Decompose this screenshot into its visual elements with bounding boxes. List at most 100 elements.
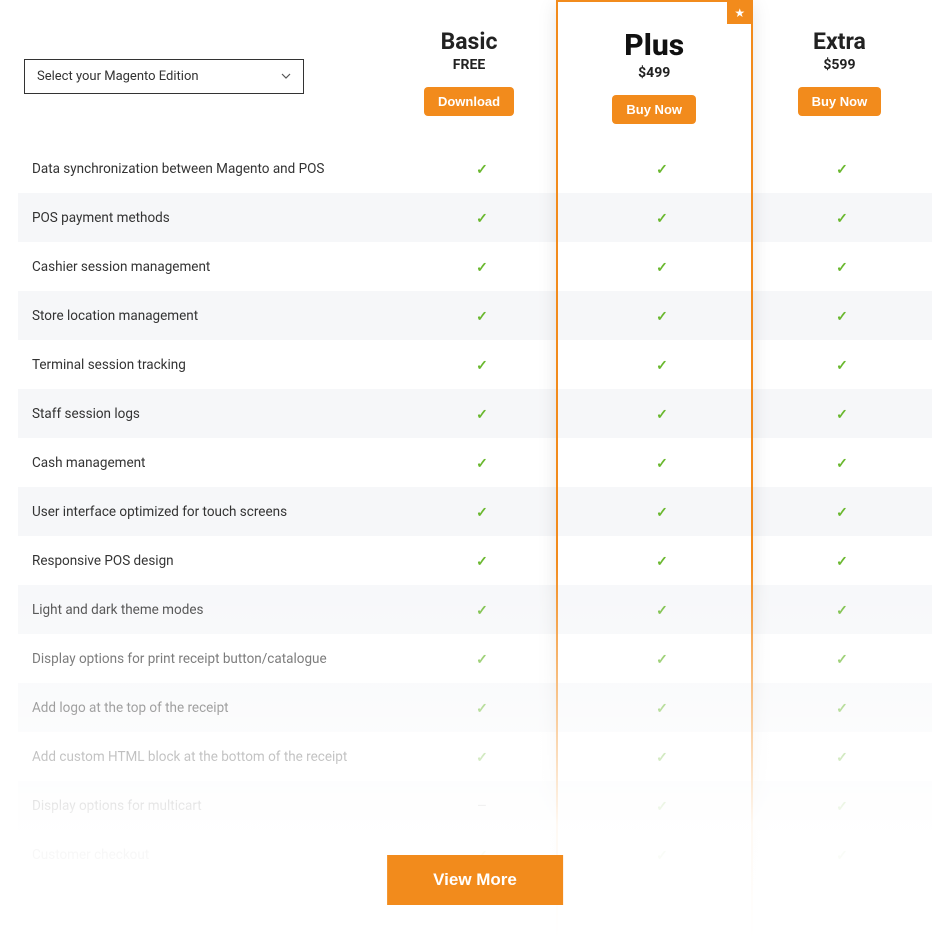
feature-value: ✓ — [572, 502, 752, 521]
buy-now-button[interactable]: Buy Now — [612, 95, 696, 124]
feature-row: POS payment methods✓✓✓ — [18, 193, 932, 242]
edition-select[interactable]: Select your Magento Edition — [24, 59, 304, 94]
check-icon: ✓ — [656, 162, 668, 178]
check-icon: ✓ — [836, 260, 848, 276]
feature-value: ✓ — [752, 649, 932, 668]
tier-price: FREE — [382, 57, 555, 73]
feature-label: Display options for multicart — [18, 798, 392, 814]
feature-value: ✓ — [392, 551, 572, 570]
feature-value: ✓ — [752, 796, 932, 815]
check-icon: ✓ — [476, 309, 488, 325]
check-icon: ✓ — [656, 554, 668, 570]
check-icon: ✓ — [836, 799, 848, 815]
check-icon: ✓ — [476, 358, 488, 374]
feature-label: Responsive POS design — [18, 553, 392, 569]
check-icon: ✓ — [656, 652, 668, 668]
check-icon: ✓ — [836, 603, 848, 619]
feature-value: ✓ — [752, 698, 932, 717]
buy-now-button[interactable]: Buy Now — [798, 87, 882, 116]
feature-value: ✓ — [752, 257, 932, 276]
feature-value: ✓ — [392, 600, 572, 619]
feature-value: ✓ — [572, 159, 752, 178]
feature-value: ✓ — [572, 649, 752, 668]
check-icon: ✓ — [656, 701, 668, 717]
feature-value: ✓ — [572, 208, 752, 227]
check-icon: ✓ — [836, 407, 848, 423]
check-icon: ✓ — [656, 260, 668, 276]
check-icon: ✓ — [476, 750, 488, 766]
feature-table: Data synchronization between Magento and… — [18, 144, 932, 879]
feature-label: Data synchronization between Magento and… — [18, 161, 392, 177]
feature-row: Add custom HTML block at the bottom of t… — [18, 732, 932, 781]
feature-value: ✓ — [572, 453, 752, 472]
check-icon: ✓ — [836, 505, 848, 521]
feature-label: Cash management — [18, 455, 392, 471]
feature-value: ✓ — [572, 257, 752, 276]
check-icon: ✓ — [656, 603, 668, 619]
check-icon: ✓ — [656, 505, 668, 521]
check-icon: ✓ — [656, 799, 668, 815]
feature-value: ✓ — [572, 355, 752, 374]
check-icon: ✓ — [656, 211, 668, 227]
feature-label: Staff session logs — [18, 406, 392, 422]
feature-value: ✓ — [392, 698, 572, 717]
check-icon: ✓ — [836, 652, 848, 668]
feature-row: Add logo at the top of the receipt ✓ ✓ ✓ — [18, 683, 932, 732]
feature-value: ✓ — [752, 453, 932, 472]
check-icon: ✓ — [656, 456, 668, 472]
feature-label: Add logo at the top of the receipt — [18, 700, 392, 716]
feature-row: Cash management ✓ ✓ ✓ — [18, 438, 932, 487]
check-icon: ✓ — [476, 407, 488, 423]
feature-value: ✓ — [392, 306, 572, 325]
tier-price: $499 — [568, 65, 741, 81]
tier-name: Basic — [382, 28, 555, 55]
edition-select-label: Select your Magento Edition — [37, 69, 199, 84]
feature-label: Add custom HTML block at the bottom of t… — [18, 749, 392, 765]
feature-value: ✓ — [572, 747, 752, 766]
feature-value: ✓ — [752, 159, 932, 178]
feature-value: ✓ — [572, 404, 752, 423]
check-icon: ✓ — [836, 211, 848, 227]
check-icon: ✓ — [836, 309, 848, 325]
tier-plus-header: Plus $499 Buy Now — [562, 28, 747, 124]
check-icon: ✓ — [656, 407, 668, 423]
feature-value: ✓ — [392, 257, 572, 276]
check-icon: ✓ — [656, 309, 668, 325]
feature-label: Customer checkout — [18, 847, 392, 863]
feature-value: ✓ — [572, 600, 752, 619]
feature-value: ✓ — [752, 404, 932, 423]
feature-value: ✓ — [392, 649, 572, 668]
feature-value: ✓ — [392, 208, 572, 227]
pricing-header: Select your Magento Edition Basic FREE D… — [18, 0, 932, 124]
feature-label: Terminal session tracking — [18, 357, 392, 373]
tier-name: Plus — [568, 28, 741, 63]
check-icon: ✓ — [476, 456, 488, 472]
view-more-button[interactable]: View More — [387, 855, 563, 905]
check-icon: ✓ — [476, 701, 488, 717]
feature-value: ✓ — [572, 698, 752, 717]
check-icon: ✓ — [836, 701, 848, 717]
tier-basic-header: Basic FREE Download — [376, 28, 561, 124]
check-icon: ✓ — [836, 162, 848, 178]
feature-value: ✓ — [572, 796, 752, 815]
feature-value: ✓ — [392, 159, 572, 178]
feature-label: User interface optimized for touch scree… — [18, 504, 392, 520]
feature-row: Light and dark theme modes✓✓✓ — [18, 585, 932, 634]
feature-value: ✓ — [752, 551, 932, 570]
chevron-down-icon — [281, 71, 291, 82]
feature-value: ✓ — [392, 502, 572, 521]
tier-price: $599 — [753, 57, 926, 73]
feature-value: ✓ — [752, 845, 932, 864]
feature-row: User interface optimized for touch scree… — [18, 487, 932, 536]
feature-row: Display options for multicart–✓✓ — [18, 781, 932, 830]
feature-label: Light and dark theme modes — [18, 602, 392, 618]
download-button[interactable]: Download — [424, 87, 514, 116]
feature-value: ✓ — [392, 355, 572, 374]
feature-value: ✓ — [392, 404, 572, 423]
feature-row: Terminal session tracking✓✓✓ — [18, 340, 932, 389]
check-icon: ✓ — [476, 505, 488, 521]
feature-row: Staff session logs ✓ ✓ ✓ — [18, 389, 932, 438]
feature-row: Responsive POS design✓✓✓ — [18, 536, 932, 585]
check-icon: ✓ — [476, 652, 488, 668]
tier-extra-header: Extra $599 Buy Now — [747, 28, 932, 124]
